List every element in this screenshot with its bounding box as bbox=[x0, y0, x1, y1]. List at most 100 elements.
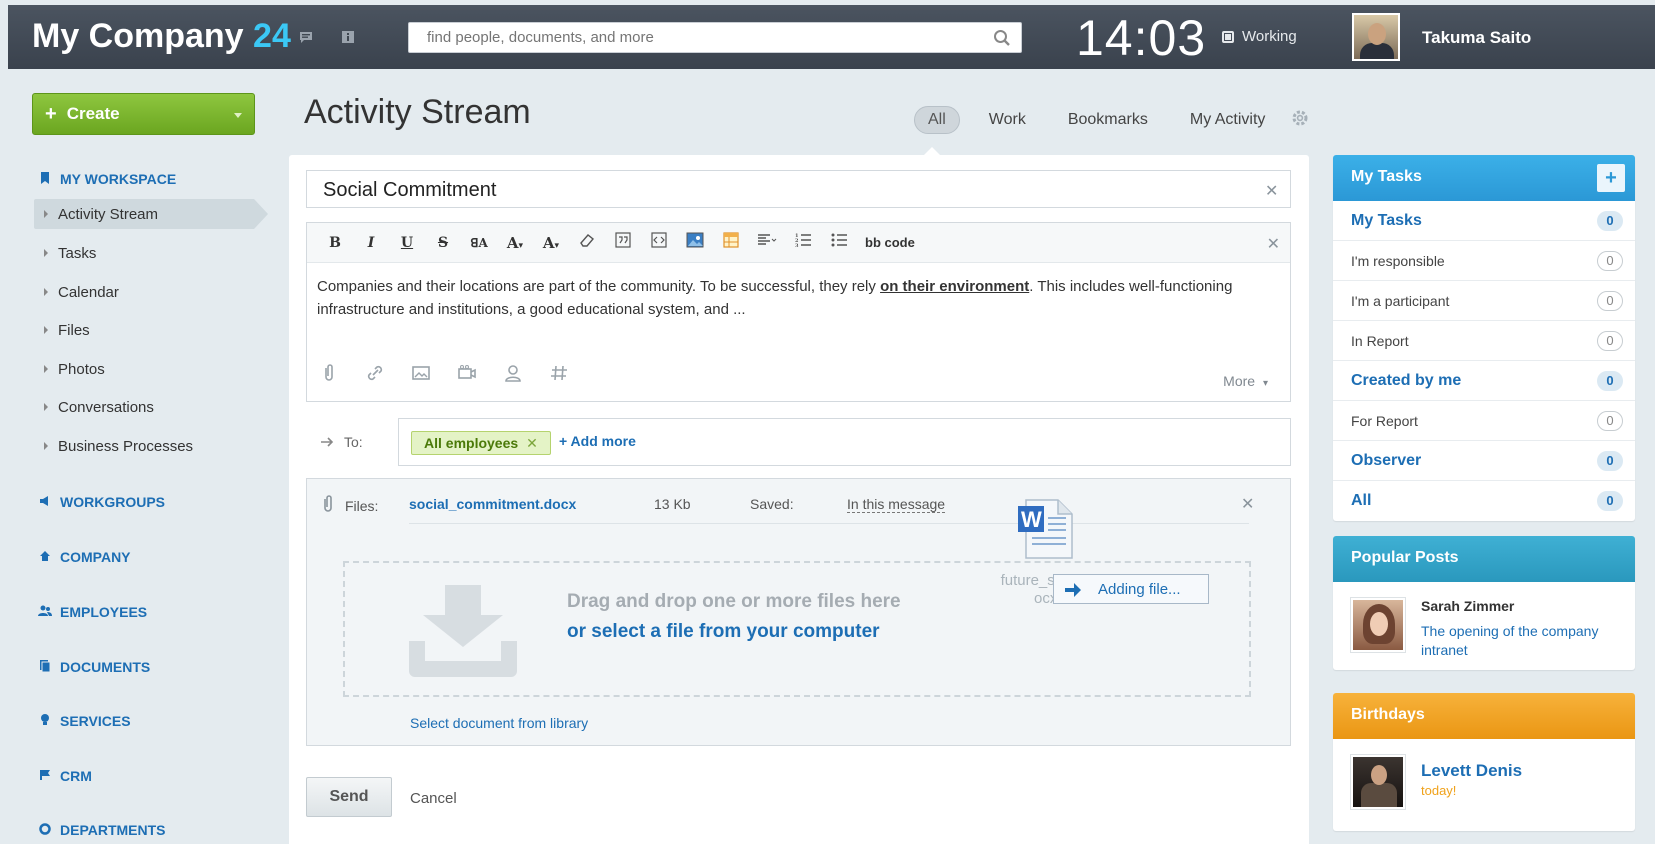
create-label: Create bbox=[66, 104, 120, 123]
task-filter-participant[interactable]: I'm a participant 0 bbox=[1333, 281, 1635, 321]
chat-icon[interactable] bbox=[297, 29, 315, 47]
company-logo[interactable]: My Company 24 bbox=[32, 17, 291, 56]
image-icon[interactable] bbox=[411, 363, 431, 383]
post-author[interactable]: Sarah Zimmer bbox=[1421, 598, 1514, 614]
svg-text:3: 3 bbox=[795, 243, 799, 248]
post-title-input[interactable]: Social Commitment bbox=[306, 170, 1291, 208]
body-link[interactable]: on their environment bbox=[880, 278, 1029, 295]
message-editor[interactable]: B I U S ꓭA A▾ A▾ 123 bb code ✕ Companies… bbox=[306, 222, 1291, 402]
more-options-button[interactable]: More ▾ bbox=[1223, 373, 1268, 389]
megaphone-icon bbox=[38, 495, 52, 510]
tab-bookmarks[interactable]: Bookmarks bbox=[1055, 107, 1161, 133]
code-icon[interactable] bbox=[641, 231, 677, 254]
section-employees[interactable]: EMPLOYEES bbox=[38, 604, 147, 620]
sidebar-item-files[interactable]: Files bbox=[34, 315, 254, 345]
popular-post-item[interactable]: Sarah Zimmer The opening of the company … bbox=[1333, 582, 1635, 670]
task-filter-for-report[interactable]: For Report 0 bbox=[1333, 401, 1635, 441]
task-count-badge: 0 bbox=[1597, 370, 1623, 391]
task-filter-responsible[interactable]: I'm responsible 0 bbox=[1333, 241, 1635, 281]
underline-button[interactable]: U bbox=[389, 232, 425, 254]
insert-image-icon[interactable] bbox=[677, 232, 713, 254]
link-icon[interactable] bbox=[365, 363, 385, 383]
section-workgroups[interactable]: WORKGROUPS bbox=[38, 494, 165, 510]
tab-work[interactable]: Work bbox=[976, 107, 1039, 133]
sidebar-item-label: Business Processes bbox=[58, 437, 194, 455]
section-my-workspace[interactable]: MY WORKSPACE bbox=[38, 171, 176, 187]
sidebar-item-label: Conversations bbox=[58, 398, 154, 416]
add-task-button[interactable]: + bbox=[1597, 164, 1625, 192]
search-field[interactable] bbox=[408, 22, 1022, 53]
saved-location-dropdown[interactable]: In this message bbox=[847, 496, 946, 513]
font-family-button[interactable]: ꓭA bbox=[461, 232, 497, 254]
task-filter-my-tasks[interactable]: My Tasks 0 bbox=[1333, 201, 1635, 241]
select-from-computer-link[interactable]: or select a file from your computer bbox=[567, 621, 880, 643]
video-icon[interactable] bbox=[457, 363, 477, 383]
paperclip-icon[interactable] bbox=[319, 363, 339, 383]
send-button[interactable]: Send bbox=[306, 777, 392, 817]
bb-code-button[interactable]: bb code bbox=[857, 232, 923, 254]
attached-file-name[interactable]: social_commitment.docx bbox=[409, 496, 576, 512]
bold-button[interactable]: B bbox=[317, 232, 353, 254]
task-filter-created-by-me[interactable]: Created by me 0 bbox=[1333, 361, 1635, 401]
user-name[interactable]: Takuma Saito bbox=[1422, 28, 1531, 48]
task-count-badge: 0 bbox=[1597, 330, 1623, 351]
message-body[interactable]: Companies and their locations are part o… bbox=[317, 275, 1277, 321]
section-services[interactable]: SERVICES bbox=[38, 713, 131, 729]
chevron-right-icon bbox=[44, 442, 48, 450]
recipients-field[interactable]: All employees ✕ + Add more bbox=[398, 418, 1291, 466]
avatar[interactable] bbox=[1351, 755, 1405, 809]
task-filter-all[interactable]: All 0 bbox=[1333, 481, 1635, 521]
close-editor-icon[interactable]: ✕ bbox=[1267, 234, 1280, 254]
search-input[interactable] bbox=[409, 23, 1021, 52]
popular-posts-header: Popular Posts bbox=[1333, 536, 1635, 582]
search-icon[interactable] bbox=[993, 29, 1011, 52]
table-icon[interactable] bbox=[713, 231, 749, 254]
clear-title-icon[interactable]: ✕ bbox=[1265, 181, 1278, 201]
sidebar-item-photos[interactable]: Photos bbox=[34, 354, 254, 384]
add-more-recipients-link[interactable]: + Add more bbox=[559, 433, 636, 449]
section-documents[interactable]: DOCUMENTS bbox=[38, 659, 150, 675]
work-status-toggle[interactable]: Working bbox=[1222, 28, 1297, 45]
birthday-item[interactable]: Levett Denis today! bbox=[1333, 739, 1635, 831]
recipient-tag[interactable]: All employees ✕ bbox=[411, 431, 551, 455]
select-from-library-link[interactable]: Select document from library bbox=[410, 715, 588, 731]
sidebar-item-business-processes[interactable]: Business Processes bbox=[34, 431, 254, 461]
hashtag-icon[interactable] bbox=[549, 363, 569, 383]
remove-file-icon[interactable]: ✕ bbox=[1241, 494, 1254, 514]
section-crm[interactable]: CRM bbox=[38, 768, 92, 784]
sidebar-item-tasks[interactable]: Tasks bbox=[34, 238, 254, 268]
paperclip-icon bbox=[321, 495, 335, 516]
task-filter-observer[interactable]: Observer 0 bbox=[1333, 441, 1635, 481]
task-filter-in-report[interactable]: In Report 0 bbox=[1333, 321, 1635, 361]
widget-title: My Tasks bbox=[1351, 168, 1422, 185]
clock[interactable]: 14:03 bbox=[1076, 9, 1206, 67]
font-size-button[interactable]: A▾ bbox=[497, 232, 533, 254]
mention-user-icon[interactable] bbox=[503, 363, 523, 383]
sidebar-item-activity-stream[interactable]: Activity Stream bbox=[34, 199, 268, 229]
remove-recipient-icon[interactable]: ✕ bbox=[526, 435, 538, 451]
strikethrough-button[interactable]: S bbox=[425, 232, 461, 254]
section-departments[interactable]: DEPARTMENTS bbox=[38, 822, 166, 838]
gear-icon[interactable] bbox=[1291, 109, 1309, 132]
numbered-list-icon[interactable]: 123 bbox=[785, 232, 821, 254]
cancel-button[interactable]: Cancel bbox=[410, 790, 457, 807]
user-avatar[interactable] bbox=[1352, 13, 1400, 61]
eraser-icon[interactable] bbox=[569, 232, 605, 254]
quote-icon[interactable] bbox=[605, 231, 641, 254]
align-icon[interactable] bbox=[749, 232, 785, 254]
tab-all[interactable]: All bbox=[914, 106, 960, 134]
tab-my-activity[interactable]: My Activity bbox=[1177, 107, 1279, 133]
bullet-list-icon[interactable] bbox=[821, 232, 857, 254]
avatar[interactable] bbox=[1351, 598, 1405, 652]
sidebar-item-conversations[interactable]: Conversations bbox=[34, 392, 254, 422]
post-title-link[interactable]: The opening of the company intranet bbox=[1421, 622, 1621, 660]
italic-button[interactable]: I bbox=[353, 232, 389, 254]
birthday-person-name[interactable]: Levett Denis bbox=[1421, 761, 1522, 781]
notifications-icon[interactable] bbox=[339, 29, 357, 47]
font-color-button[interactable]: A▾ bbox=[533, 232, 569, 254]
sidebar-item-calendar[interactable]: Calendar bbox=[34, 277, 254, 307]
task-count-badge: 0 bbox=[1597, 290, 1623, 311]
section-company[interactable]: COMPANY bbox=[38, 549, 131, 565]
create-button[interactable]: + Create bbox=[32, 93, 255, 135]
saved-label: Saved: bbox=[750, 496, 794, 512]
